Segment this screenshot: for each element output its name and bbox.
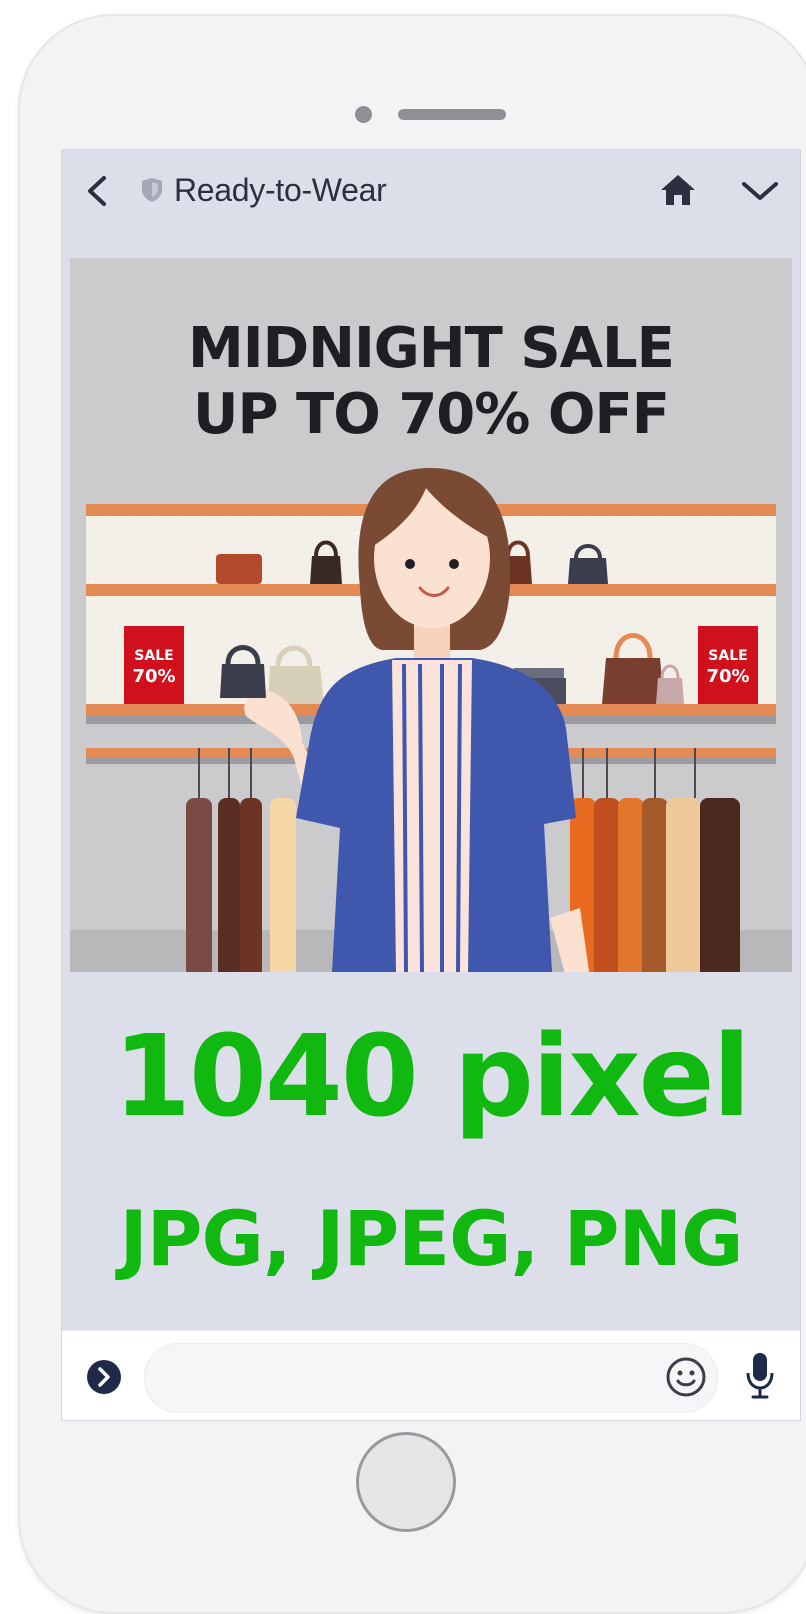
sale-banner-image[interactable]: SALE 70% SALE 70% MIDNIGHT SALE UP TO 70… [70,258,792,972]
image-size-label: 1040 pixel [113,1012,751,1142]
banner-headline: MIDNIGHT SALE [188,316,675,381]
speaker-grille [398,109,506,120]
message-input-bar [62,1330,800,1420]
message-input[interactable] [144,1343,718,1413]
sale-tag-right-line1: SALE [708,648,747,664]
mic-icon[interactable] [744,1351,776,1401]
chat-screen: Ready-to-Wear SALE 70% SALE 70% MIDNIGHT… [62,150,800,1420]
home-button[interactable] [356,1432,456,1532]
chat-title: Ready-to-Wear [174,172,387,208]
phone-frame: Ready-to-Wear SALE 70% SALE 70% MIDNIGHT… [18,14,806,1614]
camera-dot [355,106,372,123]
back-icon[interactable] [82,174,112,208]
shield-icon [140,176,164,204]
banner-subheadline: UP TO 70% OFF [193,382,670,447]
home-icon[interactable] [658,172,698,208]
sale-tag-right-line2: 70% [706,666,749,687]
sale-tag-left-line1: SALE [134,648,173,664]
menu-toggle-icon[interactable] [86,1359,122,1395]
sale-tag-left-line2: 70% [132,666,175,687]
image-formats-label: JPG, JPEG, PNG [119,1194,744,1283]
emoji-icon[interactable] [664,1355,708,1399]
chevron-down-icon[interactable] [740,178,780,204]
chat-header: Ready-to-Wear [62,150,800,232]
